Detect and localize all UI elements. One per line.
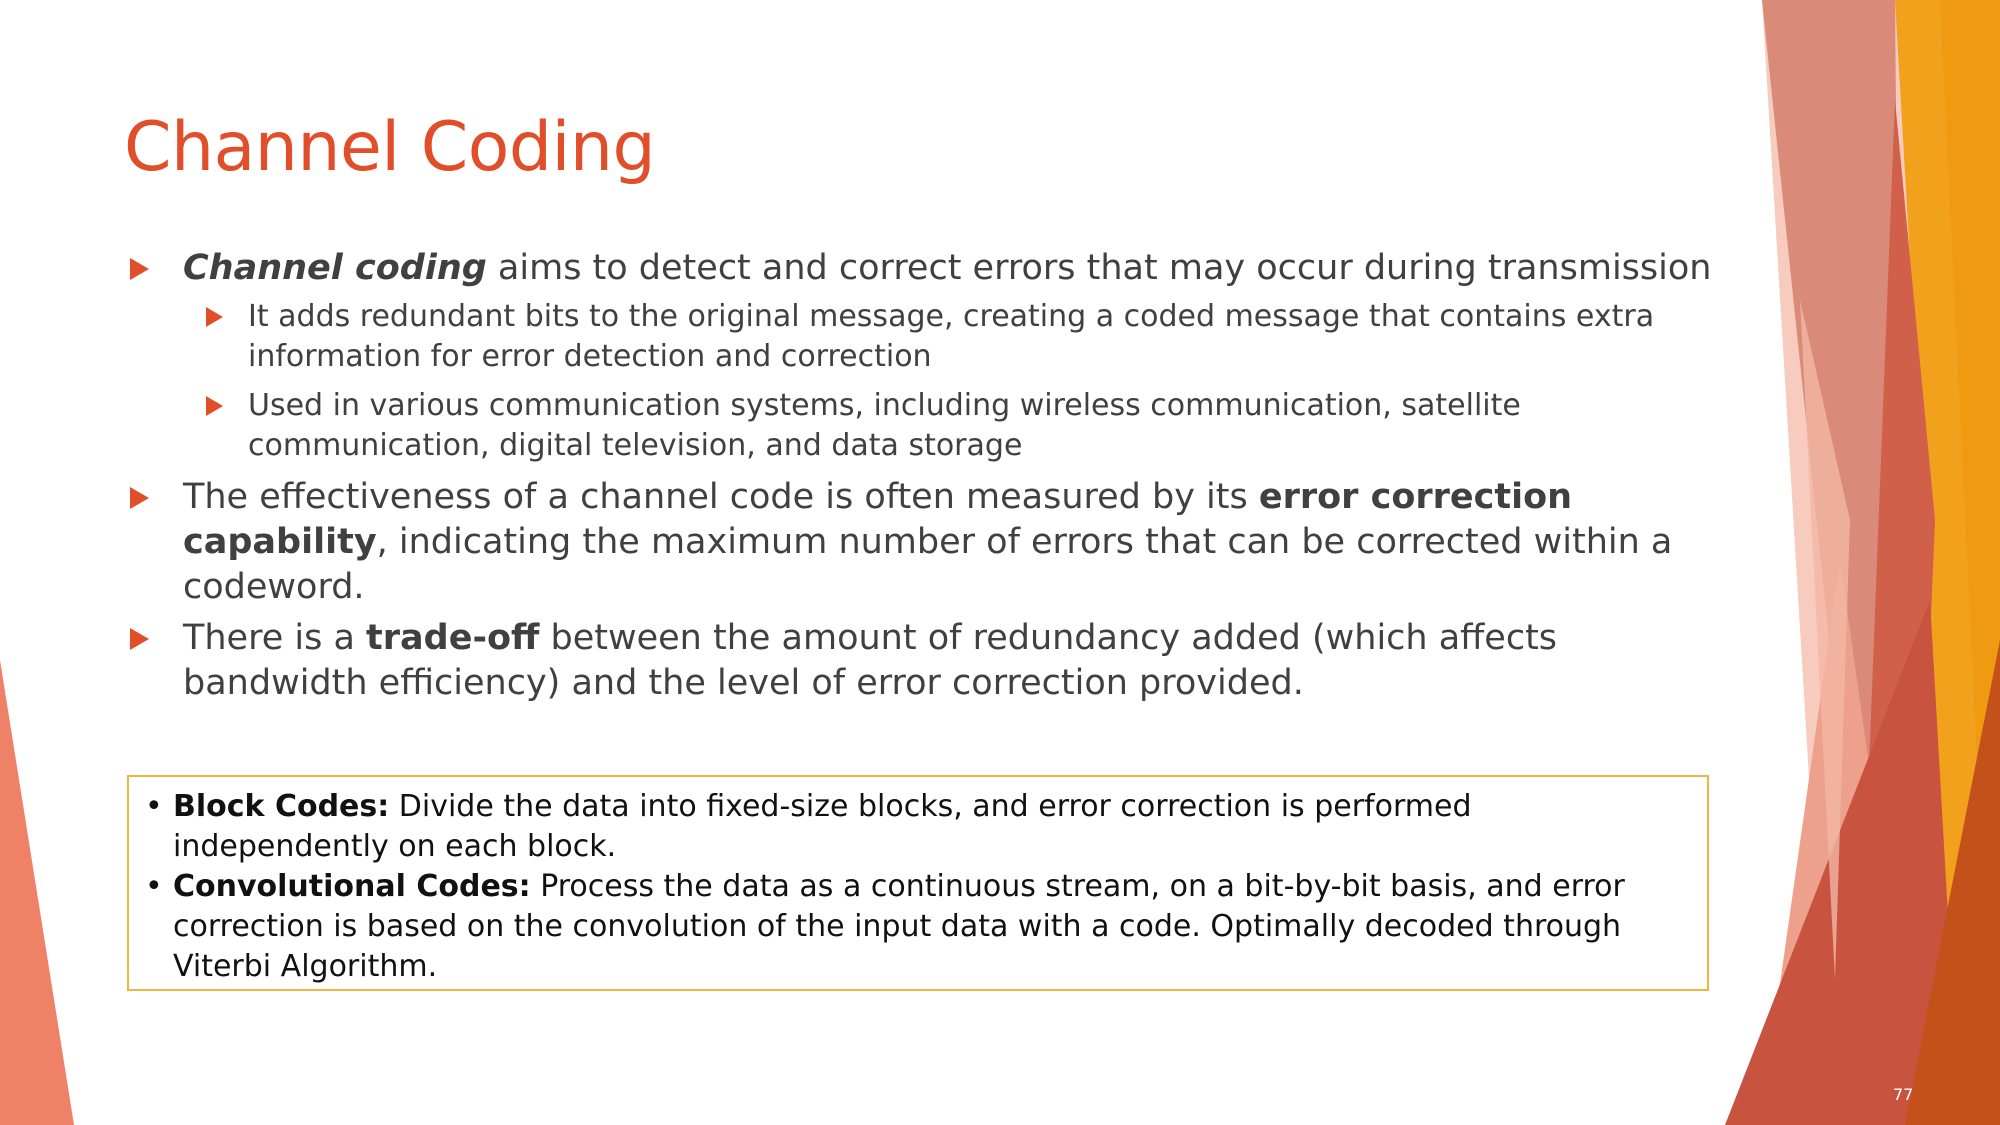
- bold-term: trade-off: [366, 618, 540, 658]
- box-list-item: • Block Codes: Divide the data into fixe…: [143, 787, 1687, 867]
- sub-bullet-text: It adds redundant bits to the original m…: [248, 299, 1655, 374]
- slide-title: Channel Coding: [124, 108, 656, 187]
- bullet-arrow-icon: [130, 628, 149, 650]
- bullet-dot-icon: •: [145, 869, 163, 904]
- bullet-arrow-icon: [130, 487, 149, 509]
- sub-bullet-item: It adds redundant bits to the original m…: [124, 297, 1724, 377]
- bullet-text: aims to detect and correct errors that m…: [486, 248, 1712, 288]
- bullet-arrow-icon: [206, 307, 223, 327]
- bullet-item: Channel coding aims to detect and correc…: [124, 246, 1724, 291]
- bullet-list: Channel coding aims to detect and correc…: [124, 246, 1724, 712]
- emphasis-term: Channel coding: [183, 248, 487, 288]
- bullet-arrow-icon: [206, 396, 223, 416]
- bullet-text: The effectiveness of a channel code is o…: [183, 477, 1259, 517]
- bullet-arrow-icon: [130, 258, 149, 280]
- bullet-dot-icon: •: [145, 789, 163, 824]
- code-types-box: • Block Codes: Divide the data into fixe…: [127, 775, 1709, 991]
- box-term: Block Codes:: [173, 789, 390, 824]
- sub-bullet-item: Used in various communication systems, i…: [124, 386, 1724, 466]
- slide-number: 77: [1893, 1085, 1914, 1104]
- decor-shape-left-edge: [0, 660, 74, 1125]
- box-term: Convolutional Codes:: [173, 869, 531, 904]
- bullet-item: The effectiveness of a channel code is o…: [124, 475, 1724, 610]
- bullet-item: There is a trade-off between the amount …: [124, 616, 1724, 706]
- sub-bullet-text: Used in various communication systems, i…: [248, 388, 1521, 463]
- bullet-text: , indicating the maximum number of error…: [183, 522, 1673, 607]
- box-list-item: • Convolutional Codes: Process the data …: [143, 867, 1687, 987]
- bullet-text: There is a: [183, 618, 367, 658]
